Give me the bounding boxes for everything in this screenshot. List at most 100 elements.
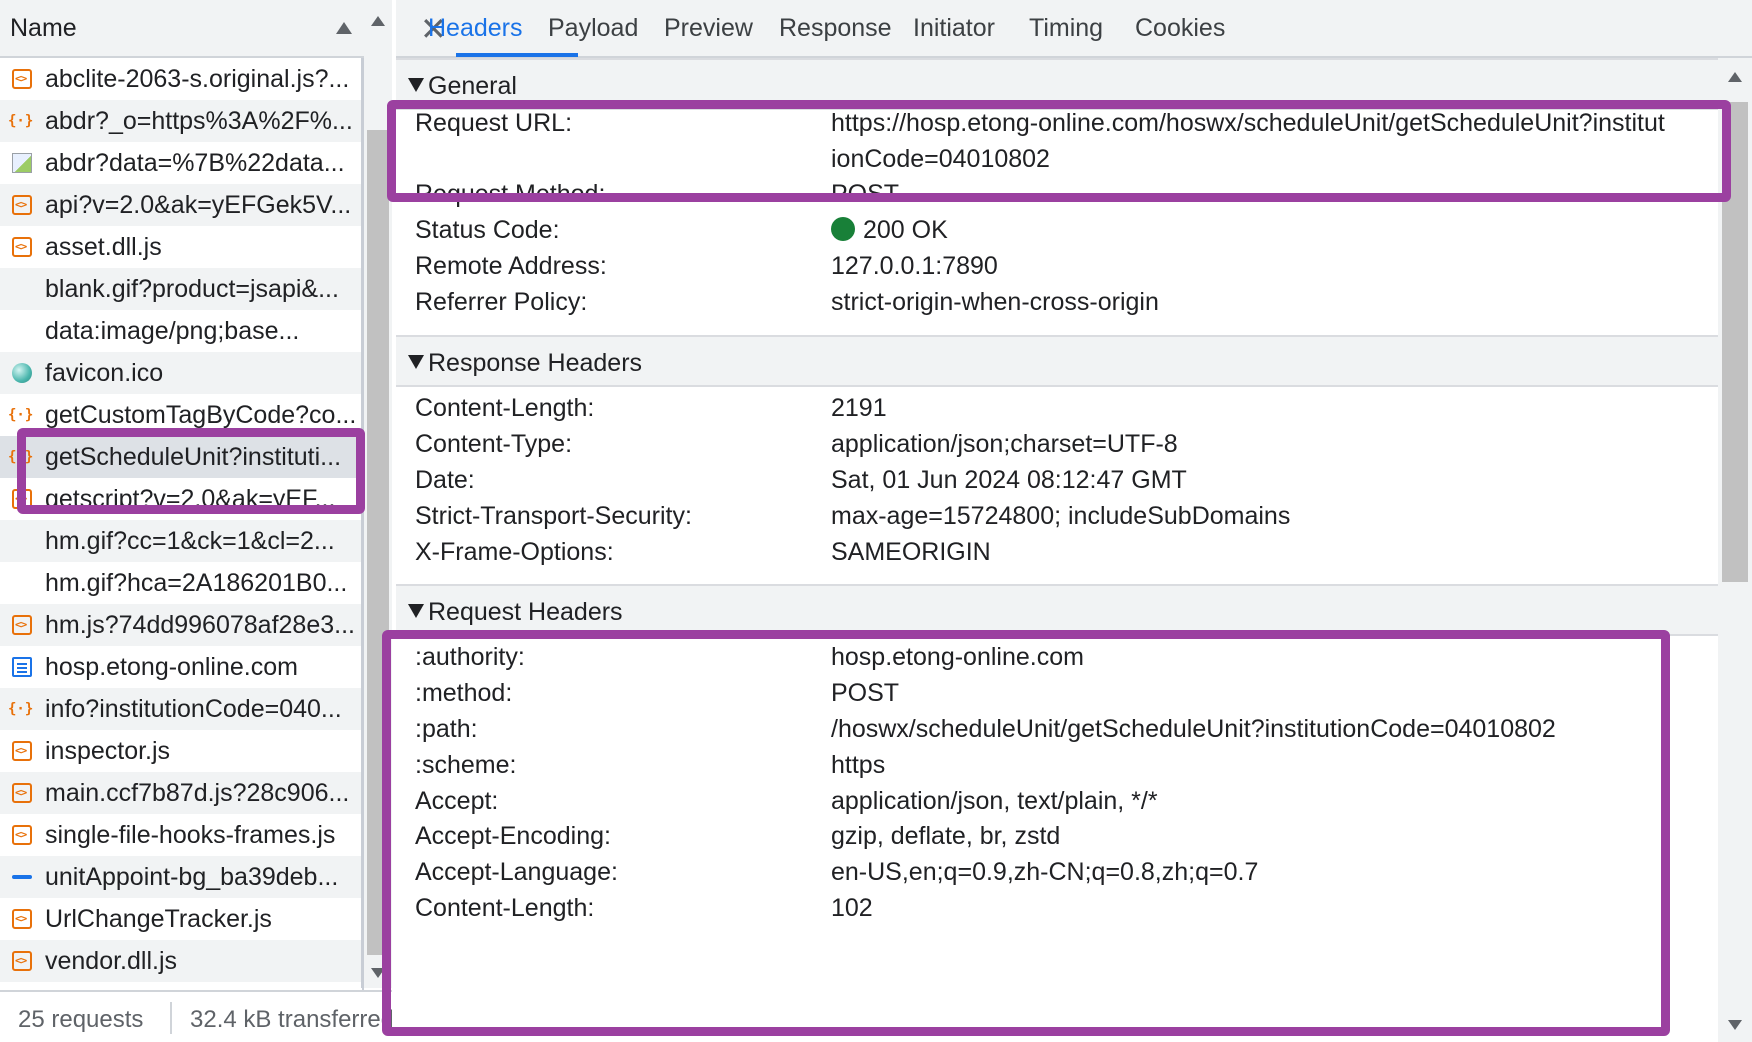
- header-key: Request Method:: [415, 180, 606, 208]
- request-row[interactable]: {·} abdr?_o=https%3A%2F%...: [0, 100, 361, 142]
- script-file-icon: [12, 69, 32, 89]
- headers-content: General Request URL: https://hosp.etong-…: [396, 58, 1718, 1042]
- header-key: Accept-Encoding:: [415, 822, 611, 850]
- request-url-value: https://hosp.etong-online.com/hoswx/sche…: [831, 109, 1665, 137]
- scroll-down-arrow-icon[interactable]: [1728, 1020, 1742, 1030]
- request-name: hm.gif?cc=1&ck=1&cl=2...: [45, 527, 335, 555]
- request-name: hm.js?74dd996078af28e3...: [45, 611, 355, 639]
- request-name: UrlChangeTracker.js: [45, 905, 272, 933]
- request-name: hm.gif?hca=2A186201B0...: [45, 569, 348, 597]
- expand-triangle-icon[interactable]: [408, 355, 424, 369]
- header-value: hosp.etong-online.com: [831, 643, 1084, 671]
- request-row[interactable]: inspector.js: [0, 730, 361, 772]
- scrollbar-thumb[interactable]: [1722, 102, 1748, 582]
- request-name: favicon.ico: [45, 359, 164, 387]
- header-value: 102: [831, 894, 873, 922]
- section-title: Request Headers: [428, 598, 623, 626]
- header-value: application/json;charset=UTF-8: [831, 430, 1178, 458]
- request-name: abclite-2063-s.original.js?...: [45, 65, 350, 93]
- request-row[interactable]: getscript?v=2.0&ak=yEF...: [0, 478, 361, 520]
- xhr-fetch-icon: {·}: [8, 113, 34, 129]
- header-value: POST: [831, 180, 900, 208]
- request-name: abdr?_o=https%3A%2F%...: [45, 107, 353, 135]
- request-row[interactable]: {·} getScheduleUnit?instituti...: [0, 436, 361, 478]
- request-name: getscript?v=2.0&ak=yEF...: [45, 485, 336, 513]
- request-row[interactable]: hm.js?74dd996078af28e3...: [0, 604, 361, 646]
- request-row[interactable]: UrlChangeTracker.js: [0, 898, 361, 940]
- details-scrollbar[interactable]: [1718, 58, 1752, 1042]
- tab-cookies[interactable]: Cookies: [1135, 14, 1225, 43]
- header-key: Referrer Policy:: [415, 288, 588, 316]
- header-key: :authority:: [415, 643, 525, 671]
- script-file-icon: [12, 195, 32, 215]
- image-preview-icon: [12, 875, 32, 879]
- request-row[interactable]: {·} getCustomTagByCode?co...: [0, 394, 361, 436]
- request-row[interactable]: {·} info?institutionCode=040...: [0, 688, 361, 730]
- header-value: 2191: [831, 394, 887, 422]
- request-row[interactable]: abclite-2063-s.original.js?...: [0, 58, 361, 100]
- script-file-icon: [12, 825, 32, 845]
- request-name: data:image/png;base...: [45, 317, 300, 345]
- tab-payload[interactable]: Payload: [548, 14, 638, 43]
- request-row[interactable]: abdr?data=%7B%22data...: [0, 142, 361, 184]
- header-value: strict-origin-when-cross-origin: [831, 288, 1159, 316]
- scrollbar-thumb[interactable]: [367, 130, 389, 955]
- status-divider: [170, 1002, 172, 1034]
- request-list-panel: Name abclite-2063-s.original.js?... {·} ab…: [0, 0, 364, 1042]
- tab-timing[interactable]: Timing: [1029, 14, 1103, 43]
- scroll-up-arrow-icon[interactable]: [1728, 72, 1742, 82]
- details-tabbar: ✕ Headers Payload Preview Response Initi…: [396, 0, 1752, 58]
- header-key: :path:: [415, 715, 478, 743]
- active-tab-indicator: [456, 53, 578, 57]
- header-key: Accept:: [415, 787, 499, 815]
- tab-response[interactable]: Response: [779, 14, 892, 43]
- network-status-bar: 25 requests 32.4 kB transferred: [0, 990, 392, 1042]
- script-file-icon: [12, 237, 32, 257]
- request-row[interactable]: single-file-hooks-frames.js: [0, 814, 361, 856]
- tab-preview[interactable]: Preview: [664, 14, 753, 43]
- expand-triangle-icon[interactable]: [408, 604, 424, 618]
- expand-triangle-icon[interactable]: [408, 78, 424, 92]
- request-name: unitAppoint-bg_ba39deb...: [45, 863, 339, 891]
- request-row[interactable]: vendor.dll.js: [0, 940, 361, 982]
- scroll-down-arrow-icon[interactable]: [371, 968, 385, 978]
- header-key: Content-Length:: [415, 894, 595, 922]
- section-general-header[interactable]: General: [396, 58, 1718, 110]
- header-key: X-Frame-Options:: [415, 538, 614, 566]
- script-file-icon: [12, 741, 32, 761]
- header-value: application/json, text/plain, */*: [831, 787, 1158, 815]
- request-row[interactable]: hm.gif?cc=1&ck=1&cl=2...: [0, 520, 361, 562]
- favicon-icon: [12, 363, 32, 383]
- request-name: abdr?data=%7B%22data...: [45, 149, 345, 177]
- request-row[interactable]: favicon.ico: [0, 352, 361, 394]
- header-key: Content-Length:: [415, 394, 595, 422]
- section-title: Response Headers: [428, 349, 643, 377]
- tab-initiator[interactable]: Initiator: [913, 14, 995, 43]
- script-file-icon: [12, 489, 32, 509]
- header-key: Date:: [415, 466, 475, 494]
- request-row[interactable]: data:image/png;base...: [0, 310, 361, 352]
- request-row[interactable]: asset.dll.js: [0, 226, 361, 268]
- scroll-up-arrow-icon[interactable]: [371, 16, 385, 26]
- request-row[interactable]: unitAppoint-bg_ba39deb...: [0, 856, 361, 898]
- header-value: https: [831, 751, 886, 779]
- script-file-icon: [12, 909, 32, 929]
- request-details-panel: ✕ Headers Payload Preview Response Initi…: [396, 0, 1752, 1042]
- request-row[interactable]: blank.gif?product=jsapi&...: [0, 268, 361, 310]
- request-name: getCustomTagByCode?co...: [45, 401, 357, 429]
- request-list-scrollbar[interactable]: [364, 0, 392, 988]
- request-row[interactable]: hosp.etong-online.com: [0, 646, 361, 688]
- section-response-headers-header[interactable]: Response Headers: [396, 335, 1718, 387]
- request-row[interactable]: main.ccf7b87d.js?28c906...: [0, 772, 361, 814]
- request-name: single-file-hooks-frames.js: [45, 821, 336, 849]
- sort-ascending-icon[interactable]: [336, 22, 352, 34]
- tab-headers[interactable]: Headers: [428, 14, 523, 43]
- request-row[interactable]: api?v=2.0&ak=yEFGek5V...: [0, 184, 361, 226]
- request-row[interactable]: hm.gif?hca=2A186201B0...: [0, 562, 361, 604]
- section-request-headers-header[interactable]: Request Headers: [396, 584, 1718, 636]
- request-name: inspector.js: [45, 737, 171, 765]
- request-name: vendor.dll.js: [45, 947, 178, 975]
- request-name: api?v=2.0&ak=yEFGek5V...: [45, 191, 352, 219]
- request-name: asset.dll.js: [45, 233, 162, 261]
- name-column-header[interactable]: Name: [0, 0, 364, 58]
